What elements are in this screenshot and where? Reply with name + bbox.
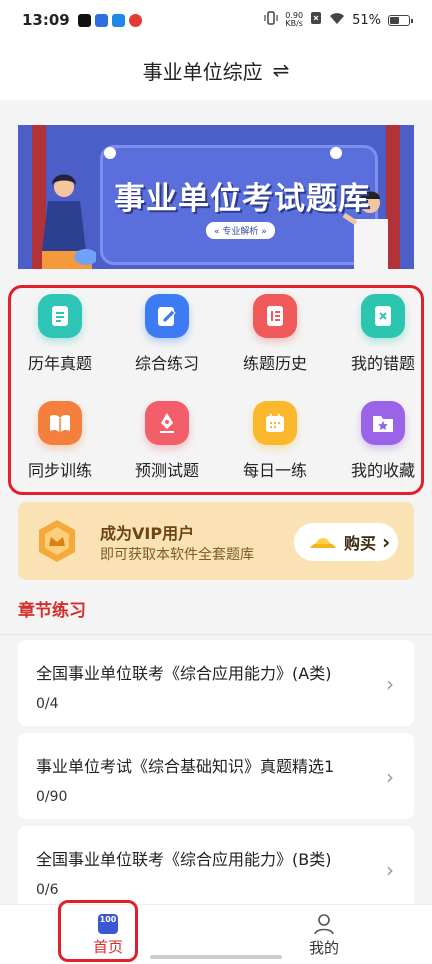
chapter-card[interactable]: 事业单位考试《综合基础知识》真题精选1 0/90 › <box>18 733 414 819</box>
home-tab-highlight <box>58 900 138 962</box>
page-title: 事业单位综应 <box>142 59 263 84</box>
app-notification-icon <box>111 13 125 27</box>
sim-icon <box>310 11 322 29</box>
buy-button[interactable]: 购买 › <box>294 523 398 561</box>
chapter-card[interactable]: 全国事业单位联考《综合应用能力》(A类) 0/4 › <box>18 640 414 726</box>
vibrate-icon <box>264 11 278 29</box>
vip-title: 成为VIP用户 <box>100 524 195 543</box>
gesture-bar <box>150 955 282 959</box>
app-notification-icon <box>94 13 108 27</box>
chapter-title: 全国事业单位联考《综合应用能力》(B类) <box>36 850 332 869</box>
section-title: 章节练习 <box>18 601 86 621</box>
notebook-icon <box>253 294 297 338</box>
notification-icons <box>77 13 142 27</box>
chapter-progress: 0/6 <box>36 882 59 898</box>
chapter-progress: 0/90 <box>36 789 68 805</box>
switch-subject-icon[interactable]: ⇌ <box>273 58 290 82</box>
grid-item-2[interactable]: 综合练习 <box>117 288 217 383</box>
buy-label: 购买 <box>344 534 377 553</box>
app-header: 事业单位综应 ⇌ <box>0 40 432 100</box>
open-book-icon <box>38 401 82 445</box>
grid-item-1[interactable]: 历年真题 <box>10 288 110 383</box>
star-folder-icon <box>361 401 405 445</box>
grid-item-label: 我的收藏 <box>350 461 415 480</box>
grid-item-4[interactable]: 我的错题 <box>333 288 432 383</box>
banner-title: 事业单位考试题库 <box>114 181 370 217</box>
battery-level: 51% <box>352 12 381 28</box>
student-illustration <box>42 174 96 269</box>
grid-item-label: 综合练习 <box>134 354 199 373</box>
pen-icon <box>145 401 189 445</box>
grid-item-label: 同步训练 <box>27 461 92 480</box>
grid-item-label: 预测试题 <box>134 461 199 480</box>
grid-item-8[interactable]: 我的收藏 <box>333 395 432 490</box>
error-book-icon <box>361 294 405 338</box>
wifi-icon <box>329 12 345 29</box>
chevron-right-icon: › <box>386 765 394 789</box>
chapter-progress: 0/4 <box>36 696 59 712</box>
buy-chevron-icon: › <box>382 530 391 554</box>
edit-icon <box>145 294 189 338</box>
chapter-title: 事业单位考试《综合基础知识》真题精选1 <box>36 757 335 776</box>
status-bar: 13:09 0.90 KB/s 51% <box>0 0 432 40</box>
section-divider <box>0 634 432 635</box>
net-speed-unit: KB/s <box>285 19 303 28</box>
tiktok-icon <box>77 13 91 27</box>
grid-item-3[interactable]: 练题历史 <box>225 288 325 383</box>
grid-item-label: 每日一练 <box>242 461 307 480</box>
user-icon <box>314 913 334 934</box>
status-time: 13:09 <box>22 11 70 29</box>
weibo-icon <box>128 13 142 27</box>
grid-item-label: 练题历史 <box>242 354 307 373</box>
chevron-right-icon: › <box>386 672 394 696</box>
net-speed: 0.90 KB/s <box>285 12 303 28</box>
vip-crown-icon <box>39 520 75 562</box>
chapter-title: 全国事业单位联考《综合应用能力》(A类) <box>36 664 332 683</box>
banner-pin <box>104 147 116 159</box>
banner-tag: « 专业解析 » <box>206 222 275 239</box>
vip-card[interactable]: 成为VIP用户 即可获取本软件全套题库 购买 › <box>18 502 414 580</box>
grid-item-label: 我的错题 <box>350 354 415 373</box>
document-icon <box>38 294 82 338</box>
chevron-right-icon: › <box>386 858 394 882</box>
grid-item-5[interactable]: 同步训练 <box>10 395 110 490</box>
grid-item-6[interactable]: 预测试题 <box>117 395 217 490</box>
promo-banner[interactable]: 事业单位考试题库 « 专业解析 » <box>18 125 414 269</box>
tab-mine-label: 我的 <box>308 938 339 957</box>
status-right: 0.90 KB/s 51% <box>264 11 413 29</box>
gold-hat-icon <box>310 538 336 548</box>
vip-subtitle: 即可获取本软件全套题库 <box>100 547 254 563</box>
grid-item-7[interactable]: 每日一练 <box>225 395 325 490</box>
banner-pin <box>330 147 342 159</box>
battery-icon <box>388 14 413 26</box>
calendar-icon <box>253 401 297 445</box>
grid-item-label: 历年真题 <box>27 354 92 373</box>
